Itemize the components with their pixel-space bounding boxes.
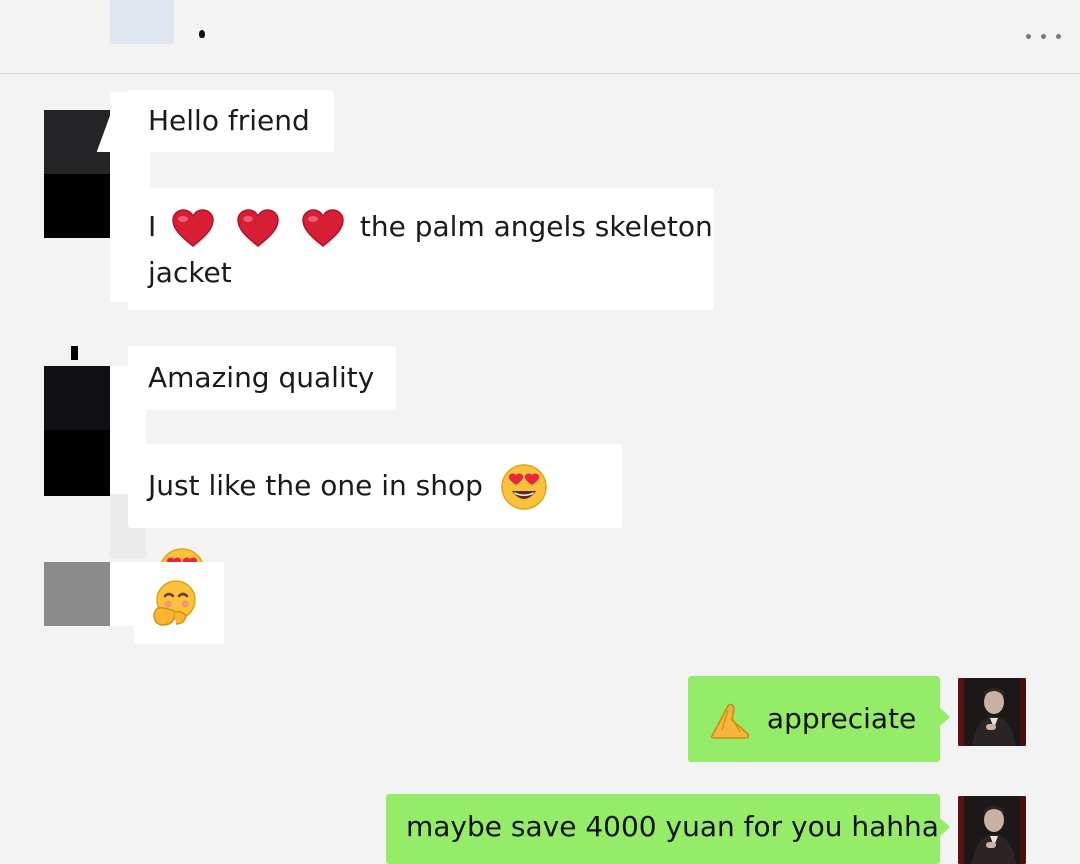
folded-hands-emoji-icon — [710, 703, 750, 739]
message-text: maybe save 4000 yuan for you hahha — [406, 810, 939, 843]
avatar-photo-icon — [958, 678, 1026, 746]
message-bubble-outgoing[interactable]: appreciate — [688, 676, 950, 762]
redacted-avatar — [44, 430, 110, 496]
more-options-button[interactable] — [1024, 24, 1064, 48]
message-text: I — [148, 210, 157, 243]
more-dot-icon — [1056, 34, 1061, 39]
heart-eyes-emoji-icon — [501, 464, 547, 510]
message-bubble-incoming[interactable] — [134, 562, 224, 644]
chat-window: Hello friend I the palm angels skeleton … — [0, 0, 1080, 864]
message-bubble-incoming[interactable]: Just like the one in shop — [128, 444, 622, 594]
redacted-avatar — [44, 562, 110, 626]
bubble-tail — [940, 818, 950, 836]
message-text: the palm angels skeleton — [359, 210, 713, 243]
avatar-photo-icon — [958, 796, 1026, 864]
redacted-mark — [71, 346, 78, 360]
red-heart-icon — [302, 209, 344, 247]
message-bubble-incoming[interactable]: Amazing quality — [128, 346, 396, 410]
bubble-tail — [118, 110, 128, 128]
contact-avatar[interactable] — [110, 0, 174, 44]
more-dot-icon — [1026, 34, 1031, 39]
message-bubble-outgoing[interactable]: maybe save 4000 yuan for you hahha — [386, 794, 950, 864]
redacted-avatar — [44, 366, 110, 430]
shushing-face-emoji-icon — [153, 580, 196, 626]
message-text: Hello friend — [148, 104, 310, 137]
message-bubble-incoming[interactable]: I the palm angels skeleton jacket — [128, 188, 714, 310]
header-mark — [199, 30, 205, 38]
message-text: appreciate — [766, 702, 917, 735]
red-heart-icon — [172, 209, 214, 247]
red-heart-icon — [237, 209, 279, 247]
redacted-avatar — [44, 174, 110, 238]
message-text: jacket — [148, 256, 232, 289]
user-avatar[interactable] — [958, 796, 1026, 864]
message-text: Just like the one in shop — [148, 469, 483, 502]
bubble-tail — [940, 708, 950, 726]
message-bubble-incoming[interactable]: Hello friend — [118, 90, 334, 152]
user-avatar[interactable] — [958, 678, 1026, 746]
chat-header — [0, 0, 1080, 74]
more-dot-icon — [1041, 34, 1046, 39]
message-text: Amazing quality — [148, 361, 375, 394]
